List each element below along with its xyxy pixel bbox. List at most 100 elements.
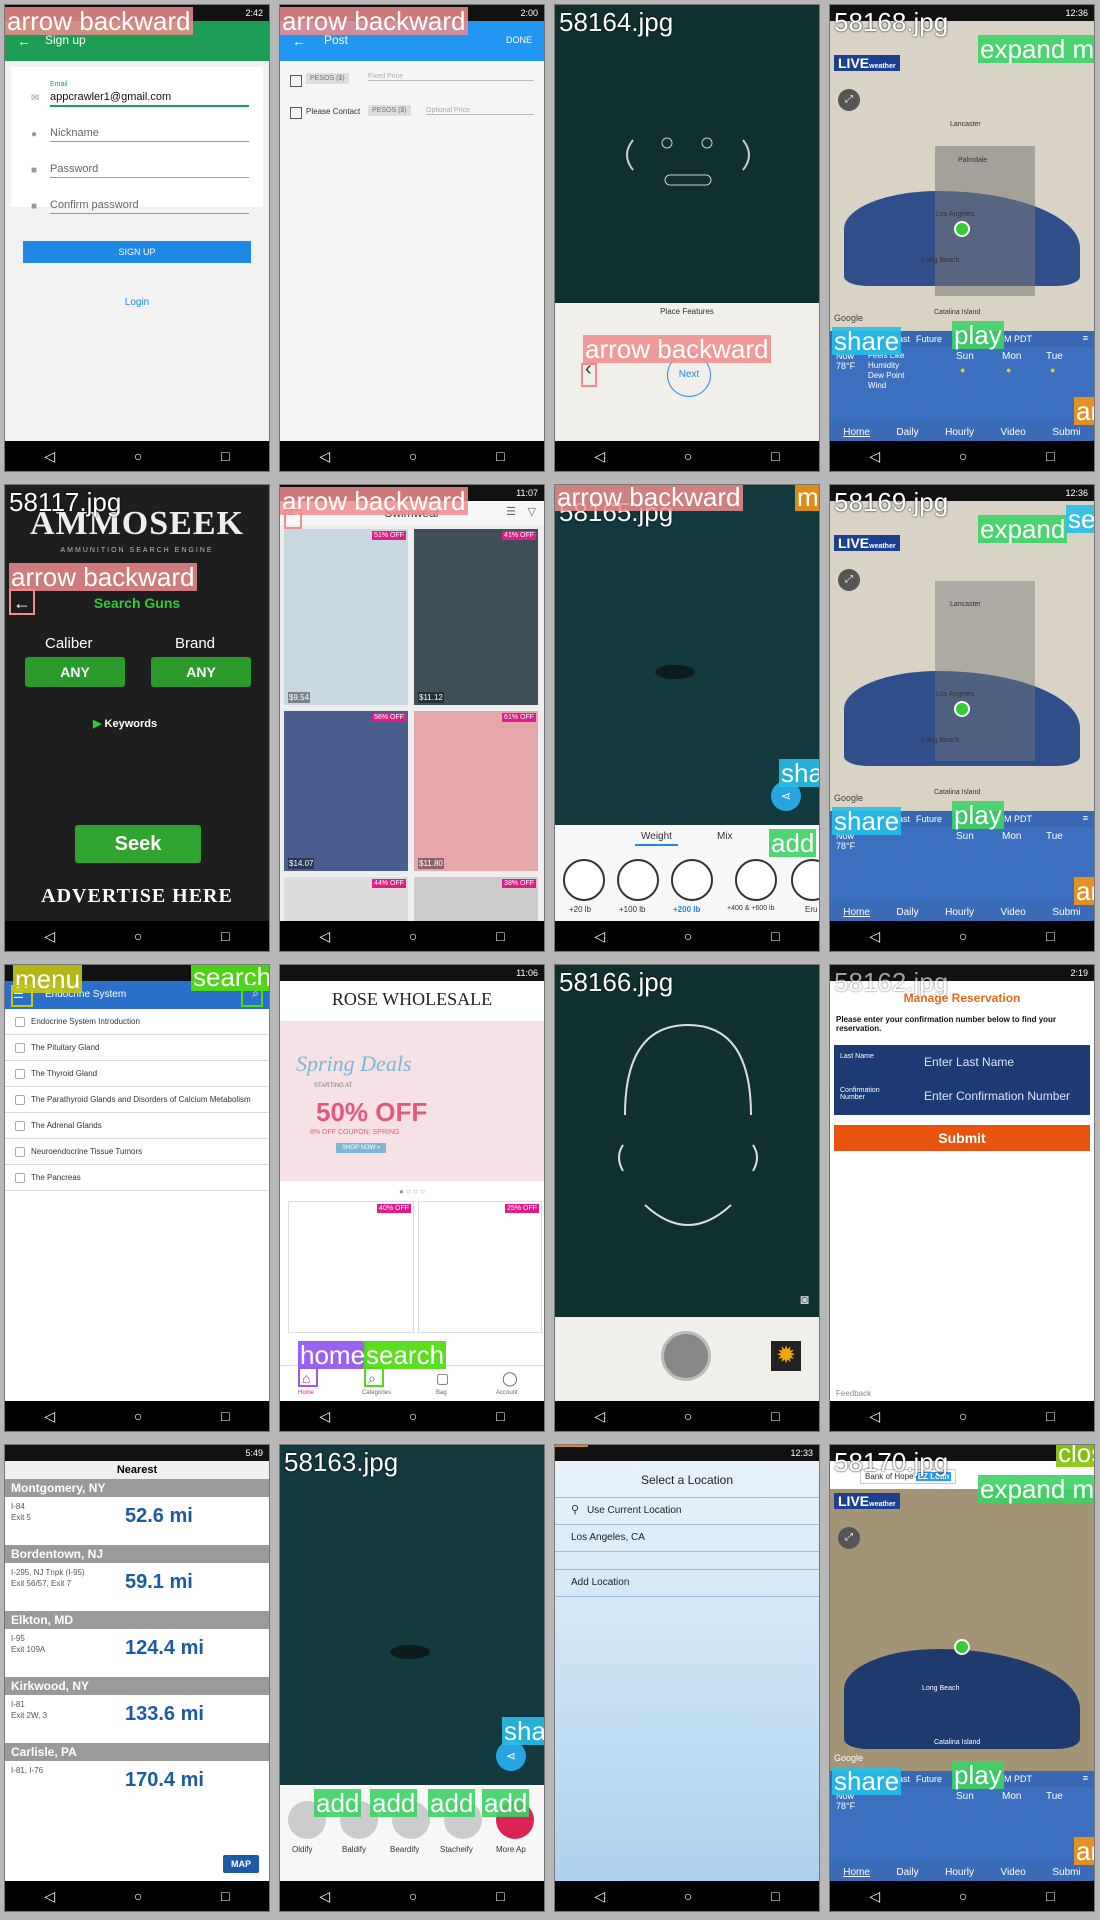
login-link[interactable]: Login: [5, 297, 269, 308]
recents-nav-icon[interactable]: □: [221, 1408, 229, 1424]
weight-item[interactable]: [791, 859, 819, 901]
product-card[interactable]: 56% OFF $14.07: [284, 711, 408, 871]
sign-up-button[interactable]: SIGN UP: [23, 241, 251, 263]
nav-hourly[interactable]: Hourly: [945, 427, 974, 438]
nav-video[interactable]: Video: [1000, 1867, 1025, 1878]
nav-submit[interactable]: Submi: [1052, 1867, 1080, 1878]
list-item[interactable]: Elkton, MD I-95 Exit 109A 124.4 mi: [5, 1611, 269, 1669]
shutter-button[interactable]: [661, 1331, 711, 1381]
recents-nav-icon[interactable]: □: [221, 1888, 229, 1904]
product-card[interactable]: 61% OFF $11.80: [414, 711, 538, 871]
back-nav-icon[interactable]: ◁: [319, 448, 330, 465]
tab-weight[interactable]: Weight: [635, 831, 678, 846]
email-field[interactable]: appcrawler1@gmail.com: [50, 91, 249, 107]
back-nav-icon[interactable]: ◁: [319, 1408, 330, 1425]
sort-icon[interactable]: ☰: [506, 505, 516, 518]
account-icon[interactable]: ◯: [502, 1370, 518, 1387]
list-item[interactable]: Montgomery, NY I-84 Exit 5 52.6 mi: [5, 1479, 269, 1537]
fullscreen-icon[interactable]: ⤢: [838, 569, 860, 591]
recents-nav-icon[interactable]: □: [1046, 928, 1054, 944]
confirm-password-field[interactable]: Confirm password: [50, 199, 249, 214]
done-button[interactable]: DONE: [506, 35, 532, 45]
home-nav-icon[interactable]: ○: [684, 928, 692, 944]
submit-button[interactable]: Submit: [834, 1125, 1090, 1151]
recents-nav-icon[interactable]: □: [771, 1408, 779, 1424]
list-item[interactable]: The Adrenal Glands: [5, 1113, 269, 1139]
home-nav-icon[interactable]: ○: [684, 448, 692, 464]
list-item[interactable]: Bordentown, NJ I-295, NJ Tnpk (I-95) Exi…: [5, 1545, 269, 1603]
home-nav-icon[interactable]: ○: [959, 1888, 967, 1904]
list-item[interactable]: Endocrine System Introduction: [5, 1009, 269, 1035]
filter-icon[interactable]: ▽: [528, 505, 536, 518]
back-nav-icon[interactable]: ◁: [869, 448, 880, 465]
keywords-toggle[interactable]: ▶ Keywords: [93, 717, 157, 730]
currency-select[interactable]: PESOS ($): [306, 73, 349, 84]
use-current-location[interactable]: ⚲ Use Current Location: [555, 1497, 819, 1525]
home-nav-icon[interactable]: ○: [959, 928, 967, 944]
list-item[interactable]: The Pancreas: [5, 1165, 269, 1191]
back-nav-icon[interactable]: ◁: [594, 1888, 605, 1905]
list-item[interactable]: The Parathyroid Glands and Disorders of …: [5, 1087, 269, 1113]
list-item[interactable]: Carlisle, PA I-81, I-76 170.4 mi: [5, 1743, 269, 1801]
please-contact-checkbox[interactable]: [290, 107, 302, 119]
home-nav-icon[interactable]: ○: [134, 1888, 142, 1904]
home-nav-icon[interactable]: ○: [409, 928, 417, 944]
product-card[interactable]: 51% OFF $9.54: [284, 529, 408, 705]
back-nav-icon[interactable]: ◁: [44, 928, 55, 945]
nav-home[interactable]: Home: [843, 907, 870, 918]
list-item[interactable]: The Thyroid Gland: [5, 1061, 269, 1087]
home-nav-icon[interactable]: ○: [134, 448, 142, 464]
home-nav-icon[interactable]: ○: [684, 1888, 692, 1904]
weight-item[interactable]: [671, 859, 713, 901]
home-nav-icon[interactable]: ○: [409, 448, 417, 464]
home-nav-icon[interactable]: ○: [684, 1408, 692, 1424]
recents-nav-icon[interactable]: □: [1046, 1408, 1054, 1424]
password-field[interactable]: Password: [50, 163, 249, 178]
recents-nav-icon[interactable]: □: [771, 1888, 779, 1904]
map-button[interactable]: MAP: [223, 1855, 259, 1873]
back-nav-icon[interactable]: ◁: [319, 1888, 330, 1905]
fixed-price-input[interactable]: Fixed Price: [368, 73, 534, 81]
caliber-select[interactable]: ANY: [25, 657, 125, 687]
home-nav-icon[interactable]: ○: [409, 1408, 417, 1424]
fullscreen-icon[interactable]: ⤢: [838, 1527, 860, 1549]
promo-banner[interactable]: Spring Deals STARTING AT 50% OFF 8% OFF …: [280, 1021, 544, 1181]
last-name-input[interactable]: Enter Last Name: [924, 1055, 1014, 1069]
nav-daily[interactable]: Daily: [896, 427, 918, 438]
seek-button[interactable]: Seek: [75, 825, 201, 863]
back-nav-icon[interactable]: ◁: [594, 928, 605, 945]
home-nav-icon[interactable]: ○: [409, 1888, 417, 1904]
tab-mix[interactable]: Mix: [717, 831, 733, 842]
recents-nav-icon[interactable]: □: [496, 1408, 504, 1424]
confirmation-number-input[interactable]: Enter Confirmation Number: [924, 1089, 1070, 1103]
product-card[interactable]: 38% OFF: [414, 877, 538, 923]
recents-nav-icon[interactable]: □: [1046, 448, 1054, 464]
fixed-price-checkbox[interactable]: [290, 75, 302, 87]
weight-item[interactable]: [563, 859, 605, 901]
list-item[interactable]: Kirkwood, NY I-81 Exit 2W, 3 133.6 mi: [5, 1677, 269, 1735]
list-item[interactable]: The Pituitary Gland: [5, 1035, 269, 1061]
nav-home[interactable]: Home: [843, 1867, 870, 1878]
recents-nav-icon[interactable]: □: [496, 928, 504, 944]
nav-home[interactable]: Home: [843, 427, 870, 438]
home-nav-icon[interactable]: ○: [134, 928, 142, 944]
nav-daily[interactable]: Daily: [896, 1867, 918, 1878]
bag-icon[interactable]: ▢: [436, 1370, 449, 1387]
menu-icon[interactable]: ≡: [1083, 1773, 1088, 1783]
list-item[interactable]: Neuroendocrine Tissue Tumors: [5, 1139, 269, 1165]
nickname-field[interactable]: Nickname: [50, 127, 249, 142]
nav-video[interactable]: Video: [1000, 907, 1025, 918]
product-card[interactable]: 25% OFF: [418, 1201, 542, 1333]
product-card[interactable]: 44% OFF: [284, 877, 408, 923]
product-card[interactable]: 41% OFF $11.12: [414, 529, 538, 705]
add-location[interactable]: Add Location: [555, 1569, 819, 1597]
nav-daily[interactable]: Daily: [896, 907, 918, 918]
home-nav-icon[interactable]: ○: [959, 1408, 967, 1424]
nav-video[interactable]: Video: [1000, 427, 1025, 438]
gallery-icon[interactable]: ✹: [771, 1341, 801, 1371]
nav-hourly[interactable]: Hourly: [945, 907, 974, 918]
back-nav-icon[interactable]: ◁: [44, 448, 55, 465]
back-nav-icon[interactable]: ◁: [44, 1408, 55, 1425]
product-card[interactable]: 40% OFF: [288, 1201, 414, 1333]
weight-item[interactable]: [617, 859, 659, 901]
